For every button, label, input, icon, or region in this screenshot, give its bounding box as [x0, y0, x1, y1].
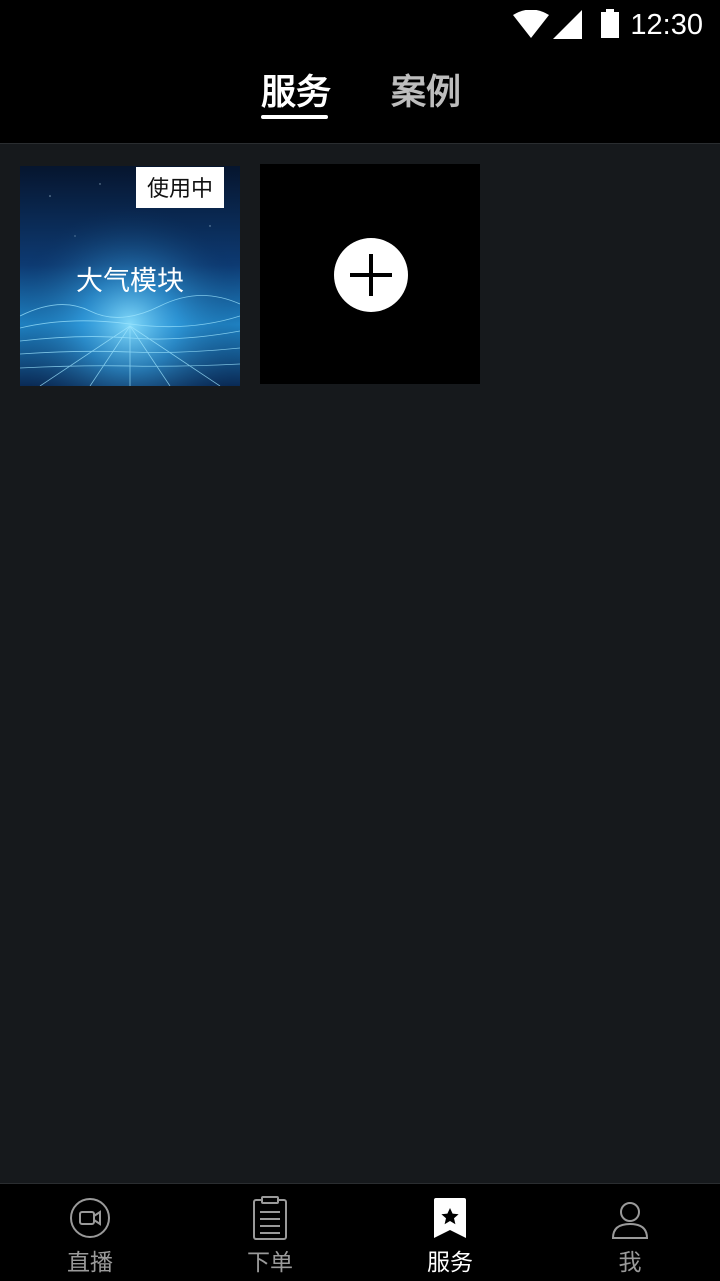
nav-me-label: 我 — [618, 1250, 642, 1276]
nav-live[interactable]: 直播 — [0, 1184, 180, 1281]
nav-live-label: 直播 — [67, 1250, 113, 1276]
tab-cases[interactable]: 案例 — [391, 64, 461, 115]
battery-icon — [601, 9, 619, 38]
star-bookmark-icon — [434, 1198, 466, 1238]
status-time: 12:30 — [630, 9, 703, 41]
video-camera-icon — [70, 1198, 110, 1238]
tab-services[interactable]: 服务 — [261, 64, 331, 115]
top-tab-bar: 服务 案例 — [0, 56, 720, 144]
person-icon — [611, 1202, 649, 1239]
nav-order-label: 下单 — [247, 1250, 293, 1276]
wifi-icon — [513, 10, 549, 38]
service-card-atmosphere[interactable]: 使用中 大气模块 — [20, 166, 240, 386]
bottom-navigation: 直播 下单 服务 我 — [0, 1183, 720, 1281]
add-circle — [334, 238, 408, 312]
nav-services-label: 服务 — [427, 1250, 473, 1276]
status-bar: 12:30 — [0, 0, 720, 56]
nav-me[interactable]: 我 — [540, 1184, 720, 1281]
active-tab-indicator — [261, 115, 328, 119]
add-service-button[interactable] — [260, 164, 480, 384]
module-title: 大气模块 — [76, 266, 184, 297]
nav-services[interactable]: 服务 — [360, 1184, 540, 1281]
nav-order[interactable]: 下单 — [180, 1184, 360, 1281]
signal-icon — [553, 10, 582, 39]
in-use-badge: 使用中 — [135, 167, 224, 208]
plus-icon — [350, 254, 392, 296]
clipboard-icon — [253, 1196, 287, 1240]
